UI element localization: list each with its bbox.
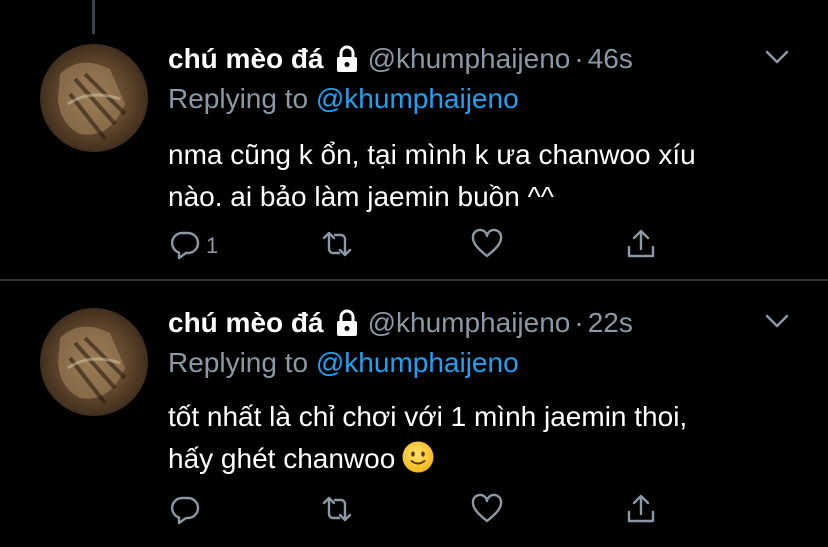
avatar[interactable] [40,44,148,152]
replying-to-handle[interactable]: @khumphaijeno [316,347,519,378]
tweet-text-line-with-emoji: hấy ghét chanwoo [168,438,808,480]
tweet[interactable]: chú mèo đá @khumphaijeno · 22s Replying … [0,280,828,547]
timestamp[interactable]: 22s [588,307,633,339]
retweet-button[interactable] [320,228,354,264]
reply-icon [168,227,202,266]
display-name[interactable]: chú mèo đá [168,307,324,339]
replying-to-prefix: Replying to [168,83,309,114]
like-button[interactable] [470,228,504,264]
tweet-header: chú mèo đá @khumphaijeno · 46s [168,42,633,76]
retweet-icon [320,227,354,266]
tweet-text: tốt nhất là chỉ chơi với 1 mình jaemin t… [168,396,808,480]
chevron-down-icon[interactable] [764,312,790,330]
tweet-text: nma cũng k ổn, tại mình k ưa chanwoo xíu… [168,134,808,218]
slightly-smiling-face-icon [401,440,435,474]
reply-count: 1 [206,233,219,258]
lock-icon [334,44,360,74]
reply-icon [168,492,202,531]
lock-icon [334,308,360,338]
replying-to: Replying to @khumphaijeno [168,83,519,115]
replying-to-handle[interactable]: @khumphaijeno [316,83,519,114]
tweet-text-line: hấy ghét chanwoo [168,443,396,474]
tweet-actions [168,493,668,529]
avatar[interactable] [40,308,148,416]
share-icon [624,227,658,266]
tweet-thread: chú mèo đá @khumphaijeno · 46s Replying … [0,0,828,547]
separator-dot: · [574,43,584,74]
display-name[interactable]: chú mèo đá [168,43,324,75]
like-icon [470,492,504,531]
tweet-text-line: nào. ai bảo làm jaemin buồn ^^ [168,181,554,212]
tweet-header: chú mèo đá @khumphaijeno · 22s [168,306,633,340]
tweet-text-line: nma cũng k ổn, tại mình k ưa chanwoo xíu [168,139,696,170]
timestamp[interactable]: 46s [588,43,633,75]
separator-dot: · [574,307,584,338]
share-button[interactable] [624,493,658,529]
handle[interactable]: @khumphaijeno [368,307,571,339]
replying-to-prefix: Replying to [168,347,309,378]
replying-to: Replying to @khumphaijeno [168,347,519,379]
reply-button[interactable]: 1 [168,228,218,264]
handle[interactable]: @khumphaijeno [368,43,571,75]
chevron-down-icon[interactable] [764,48,790,66]
share-icon [624,492,658,531]
like-icon [470,227,504,266]
tweet-text-line: tốt nhất là chỉ chơi với 1 mình jaemin t… [168,401,688,432]
tweet[interactable]: chú mèo đá @khumphaijeno · 46s Replying … [0,0,828,280]
retweet-icon [320,492,354,531]
retweet-button[interactable] [320,493,354,529]
share-button[interactable] [624,228,658,264]
like-button[interactable] [470,493,504,529]
reply-button[interactable] [168,493,206,529]
tweet-actions: 1 [168,228,668,264]
